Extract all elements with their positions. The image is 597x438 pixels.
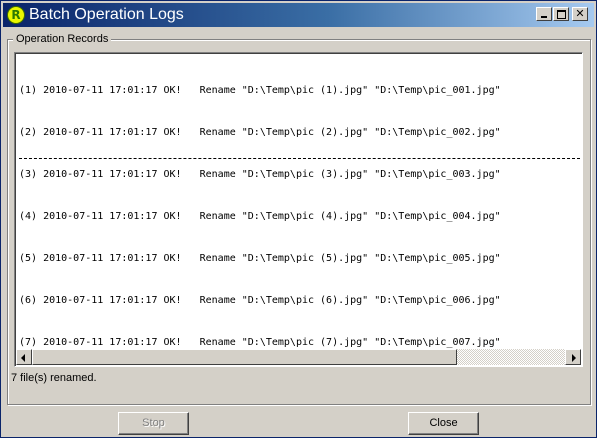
log-line-5: (5) 2010-07-11 17:01:17 OK! Rename "D:\T… — [19, 253, 501, 264]
status-text: 7 file(s) renamed. — [11, 372, 97, 384]
log-line-3: (3) 2010-07-11 17:01:17 OK! Rename "D:\T… — [19, 169, 501, 180]
log-text-area[interactable]: (1) 2010-07-11 17:01:17 OK! Rename "D:\T… — [14, 52, 583, 367]
stop-button[interactable]: Stop — [118, 412, 189, 435]
scroll-right-button[interactable] — [565, 349, 581, 365]
log-lines: (1) 2010-07-11 17:01:17 OK! Rename "D:\T… — [19, 56, 582, 366]
arrow-right-icon — [572, 354, 576, 362]
minimize-icon — [541, 16, 547, 18]
arrow-left-icon — [21, 354, 25, 362]
close-button[interactable]: Close — [408, 412, 479, 435]
horizontal-scrollbar[interactable] — [16, 349, 581, 365]
operation-records-label: Operation Records — [13, 32, 112, 46]
scroll-left-button[interactable] — [16, 349, 32, 365]
window-title: Batch Operation Logs — [29, 6, 184, 23]
log-line-6: (6) 2010-07-11 17:01:17 OK! Rename "D:\T… — [19, 295, 501, 306]
app-r-icon: R — [7, 6, 25, 24]
log-line-1: (1) 2010-07-11 17:01:17 OK! Rename "D:\T… — [19, 85, 501, 96]
log-line-4: (4) 2010-07-11 17:01:17 OK! Rename "D:\T… — [19, 211, 501, 222]
batch-operation-logs-window: R Batch Operation Logs ✕ Operation Recor… — [0, 0, 597, 438]
maximize-icon — [556, 10, 566, 19]
close-icon: ✕ — [575, 7, 585, 20]
log-line-7: (7) 2010-07-11 17:01:17 OK! Rename "D:\T… — [19, 337, 501, 348]
log-line-2: (2) 2010-07-11 17:01:17 OK! Rename "D:\T… — [19, 127, 501, 138]
minimize-button[interactable] — [536, 7, 552, 21]
maximize-button[interactable] — [553, 7, 569, 21]
separator-dashed-line — [19, 158, 580, 159]
scrollbar-thumb[interactable] — [32, 349, 457, 365]
title-bar[interactable]: R Batch Operation Logs ✕ — [3, 3, 594, 27]
close-window-button[interactable]: ✕ — [572, 7, 588, 21]
